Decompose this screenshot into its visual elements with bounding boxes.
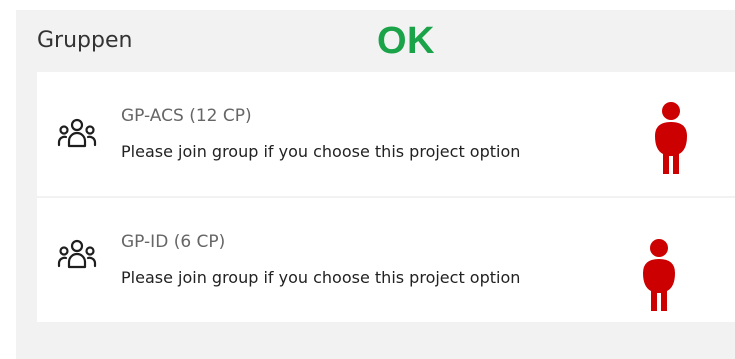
group-icon (56, 237, 98, 273)
group-description: Please join group if you choose this pro… (121, 142, 521, 161)
groups-panel: Gruppen OK GP-ACS (12 CP) Please join gr… (16, 10, 735, 359)
group-icon (56, 116, 98, 152)
group-name[interactable]: GP-ID (6 CP) (121, 232, 225, 252)
panel-title: Gruppen (37, 28, 133, 53)
group-card[interactable]: GP-ACS (12 CP) Please join group if you … (37, 72, 735, 196)
group-description: Please join group if you choose this pro… (121, 268, 521, 287)
group-name[interactable]: GP-ACS (12 CP) (121, 106, 252, 126)
status-ok-label: OK (377, 20, 435, 62)
person-icon (639, 239, 679, 311)
person-icon (651, 102, 691, 174)
group-card[interactable]: GP-ID (6 CP) Please join group if you ch… (37, 198, 735, 322)
